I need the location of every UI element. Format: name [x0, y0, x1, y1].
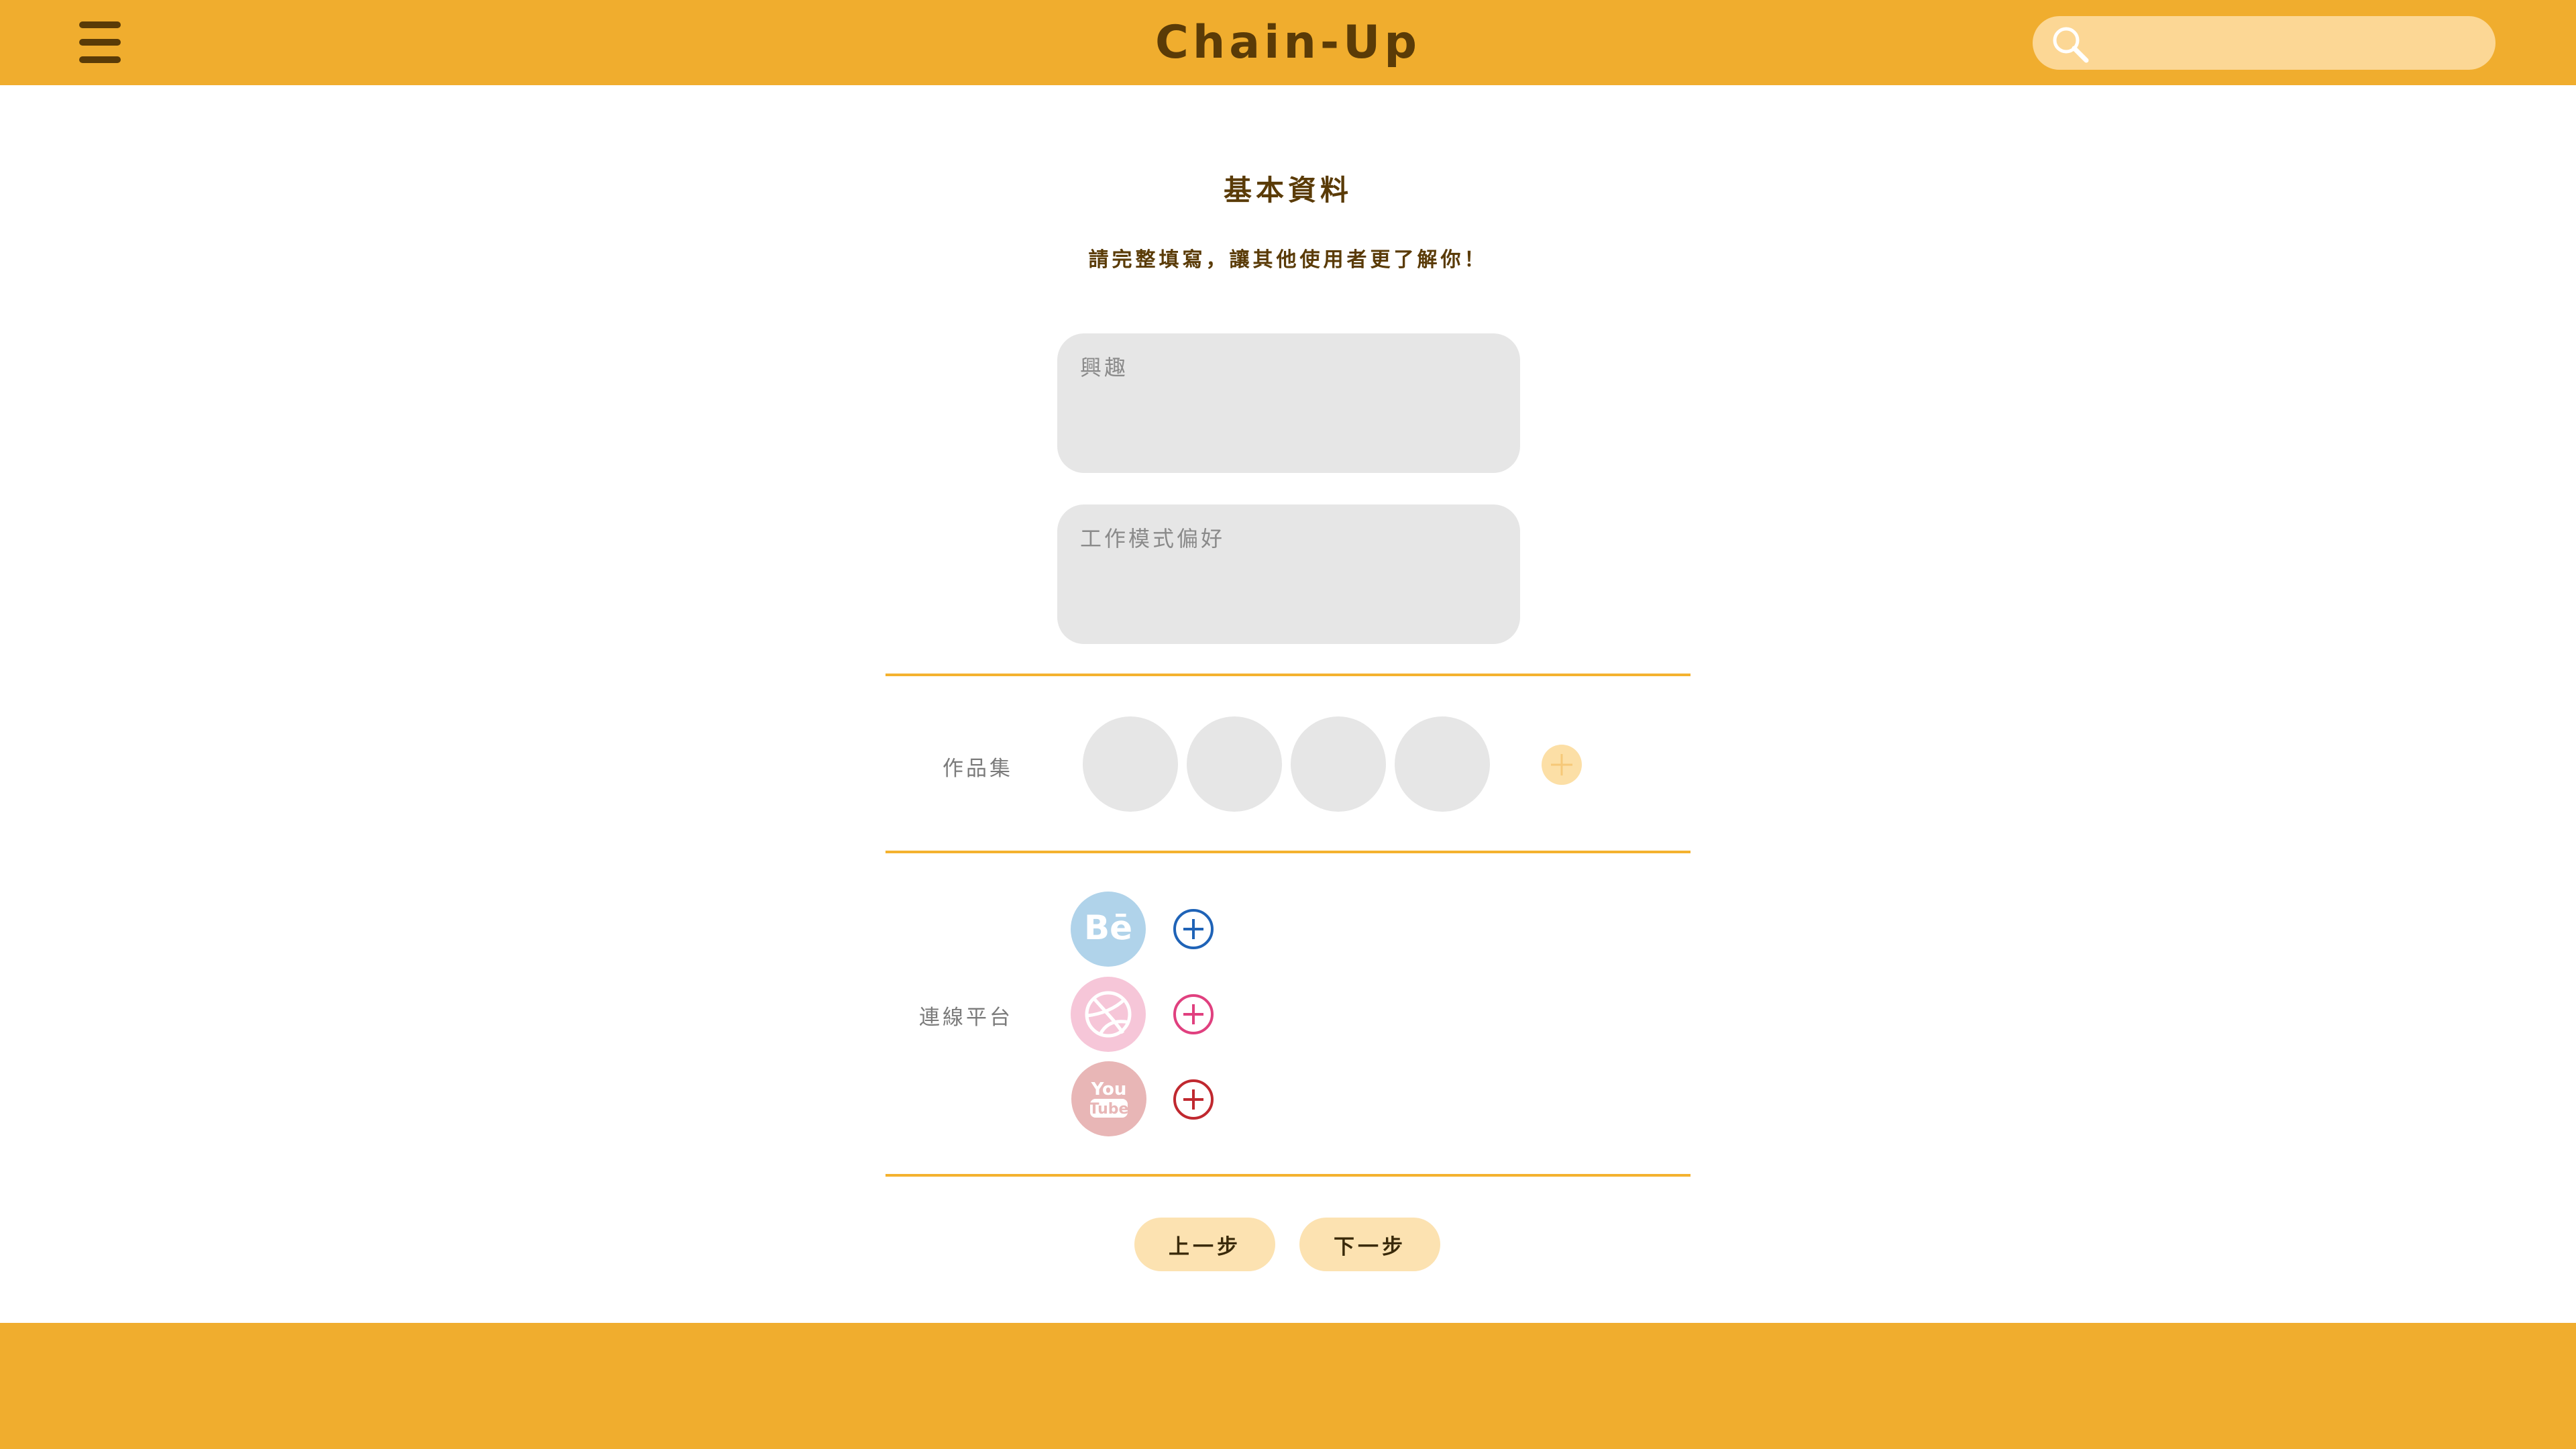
previous-step-button[interactable]: 上一步	[1134, 1218, 1275, 1271]
plus-circle-icon	[1173, 1079, 1214, 1120]
plus-icon	[1551, 754, 1572, 775]
menu-line	[79, 56, 121, 63]
search-bar[interactable]	[2033, 16, 2496, 70]
behance-icon: Bē	[1071, 892, 1146, 967]
portfolio-thumbnail[interactable]	[1291, 716, 1386, 812]
menu-line	[79, 39, 121, 46]
portfolio-thumbnail[interactable]	[1187, 716, 1282, 812]
portfolio-thumbnail[interactable]	[1395, 716, 1490, 812]
add-dribbble-button[interactable]	[1173, 994, 1214, 1035]
dribbble-icon	[1071, 977, 1146, 1052]
add-behance-button[interactable]	[1173, 908, 1214, 950]
search-icon[interactable]	[2050, 24, 2090, 64]
menu-line	[79, 21, 121, 28]
section-divider	[885, 674, 1690, 676]
next-step-button[interactable]: 下一步	[1299, 1218, 1440, 1271]
hamburger-menu-icon[interactable]	[79, 21, 121, 63]
top-bar: Chain-Up	[0, 0, 2576, 85]
search-input[interactable]	[2100, 16, 2482, 70]
interest-field[interactable]	[1057, 333, 1520, 473]
add-youtube-button[interactable]	[1173, 1079, 1214, 1120]
plus-circle-icon	[1173, 909, 1214, 949]
page-title: 基本資料	[1223, 174, 1352, 207]
add-portfolio-button[interactable]	[1542, 745, 1582, 785]
section-divider	[885, 1174, 1690, 1177]
section-divider	[885, 851, 1690, 853]
portfolio-thumbnail[interactable]	[1083, 716, 1178, 812]
footer-bar	[0, 1323, 2576, 1449]
youtube-icon: You Tube	[1071, 1061, 1146, 1136]
platform-label: 連線平台	[919, 1006, 1013, 1030]
svg-text:Bē: Bē	[1084, 908, 1132, 947]
svg-text:You: You	[1091, 1079, 1127, 1099]
portfolio-label: 作品集	[943, 757, 1013, 781]
svg-text:Tube: Tube	[1089, 1101, 1129, 1118]
work-preference-field[interactable]	[1057, 504, 1520, 644]
brand-logo[interactable]: Chain-Up	[1087, 12, 1489, 74]
plus-circle-icon	[1173, 994, 1214, 1034]
page-subtitle: 請完整填寫，讓其他使用者更了解你！	[1088, 248, 1488, 272]
